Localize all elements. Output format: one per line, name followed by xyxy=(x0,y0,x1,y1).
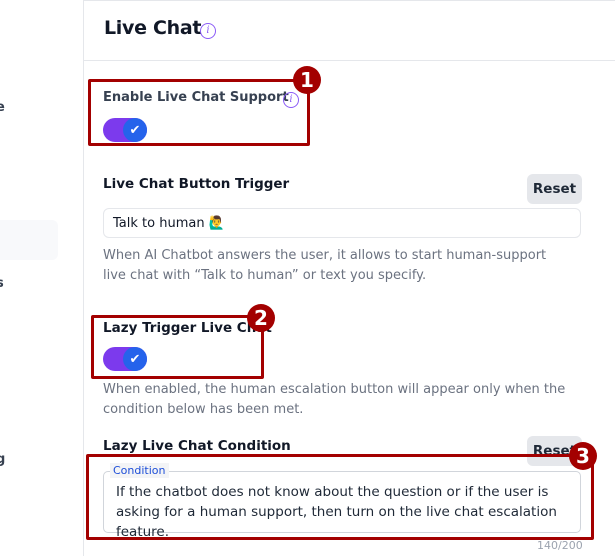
sidebar-item-fragment[interactable]: s xyxy=(0,276,4,291)
condition-textarea[interactable]: Condition If the chatbot does not know a… xyxy=(103,463,581,540)
enable-live-chat-toggle[interactable]: ✔ xyxy=(103,118,147,142)
button-trigger-help: When AI Chatbot answers the user, it all… xyxy=(103,248,547,283)
lazy-trigger-help: When enabled, the human escalation butto… xyxy=(103,382,566,417)
character-count: 140/200 xyxy=(537,539,583,552)
sidebar-item-fragment[interactable]: g xyxy=(0,452,5,467)
annotation-badge-1: 1 xyxy=(293,66,321,94)
annotation-badge-3: 3 xyxy=(569,442,597,470)
reset-button-trigger-button[interactable]: Reset xyxy=(527,174,582,204)
button-trigger-input[interactable]: Talk to human 🙋‍♂️ xyxy=(103,208,581,238)
enable-live-chat-label: Enable Live Chat Support xyxy=(103,90,289,105)
check-icon: ✔ xyxy=(123,118,147,142)
annotation-badge-2: 2 xyxy=(247,304,275,332)
sidebar-item-active[interactable] xyxy=(0,220,58,260)
condition-text: If the chatbot does not know about the q… xyxy=(116,484,557,540)
condition-field-legend: Condition xyxy=(110,463,169,478)
lazy-condition-label: Lazy Live Chat Condition xyxy=(103,438,291,454)
page-title: Live Chat xyxy=(104,17,202,39)
panel-header: Live Chat i xyxy=(84,1,615,61)
check-icon: ✔ xyxy=(123,347,147,371)
lazy-trigger-toggle[interactable]: ✔ xyxy=(103,347,147,371)
sidebar: e s g xyxy=(0,0,83,556)
button-trigger-label: Live Chat Button Trigger xyxy=(103,176,290,192)
sidebar-item-fragment[interactable]: e xyxy=(0,100,5,115)
info-icon[interactable]: i xyxy=(200,23,216,39)
lazy-trigger-label: Lazy Trigger Live Chat xyxy=(103,320,272,336)
info-icon[interactable]: i xyxy=(283,92,299,108)
